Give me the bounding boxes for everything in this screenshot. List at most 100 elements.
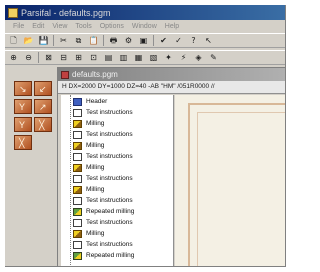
print-icon[interactable]: 🖶 bbox=[108, 35, 119, 46]
tree-item[interactable]: Milling bbox=[73, 229, 104, 238]
tree-item[interactable]: Test instructions bbox=[73, 108, 133, 117]
menu-help[interactable]: Help bbox=[165, 23, 179, 30]
tree-item[interactable]: Milling bbox=[73, 163, 104, 172]
tree-item-label: Test instructions bbox=[86, 175, 133, 182]
drawing-canvas[interactable] bbox=[175, 95, 285, 266]
milling-icon bbox=[73, 163, 82, 172]
tool-c-icon[interactable]: ⊡ bbox=[88, 52, 99, 63]
app-window: Parsifal - defaults.pgm File Edit View T… bbox=[5, 5, 286, 267]
wood-tool-icon[interactable]: ╳ bbox=[14, 135, 32, 150]
menu-tools[interactable]: Tools bbox=[75, 23, 91, 30]
toolbar-separator bbox=[103, 35, 104, 46]
menu-window[interactable]: Window bbox=[132, 23, 157, 30]
tree-item-label: Test instructions bbox=[86, 131, 133, 138]
tool-e-icon[interactable]: ▥ bbox=[118, 52, 129, 63]
tree-item-label: Test instructions bbox=[86, 219, 133, 226]
tree-item[interactable]: Test instructions bbox=[73, 196, 133, 205]
wood-tool-icon[interactable]: ↗ bbox=[34, 99, 52, 114]
menu-options[interactable]: Options bbox=[100, 23, 124, 30]
tree-item[interactable]: Test instructions bbox=[73, 130, 133, 139]
tool-f-icon[interactable]: ▦ bbox=[133, 52, 144, 63]
secondary-toolbar: ⊕ ⊖ ⊠ ⊟ ⊞ ⊡ ▤ ▥ ▦ ▧ ✦ ⚡ ◈ ✎ bbox=[5, 50, 285, 65]
check2-icon[interactable]: ✓ bbox=[173, 35, 184, 46]
panel-inner-outline bbox=[197, 112, 285, 266]
open-icon[interactable]: 📂 bbox=[23, 35, 34, 46]
tree-item[interactable]: Milling bbox=[73, 185, 104, 194]
toolbar-separator bbox=[53, 35, 54, 46]
tool-i-icon[interactable]: ⚡ bbox=[178, 52, 189, 63]
wood-tool-icon[interactable]: ↙ bbox=[34, 81, 52, 96]
document-window: defaults.pgm H DX=2000 DY=1000 DZ=40 -AB… bbox=[57, 67, 285, 266]
document-title: defaults.pgm bbox=[72, 70, 118, 79]
settings-icon[interactable]: ⚙ bbox=[123, 35, 134, 46]
tool-h-icon[interactable]: ✦ bbox=[163, 52, 174, 63]
tree-item-label: Repeated milling bbox=[86, 252, 135, 259]
tree-item-label: Milling bbox=[86, 120, 105, 127]
tool-j-icon[interactable]: ◈ bbox=[193, 52, 204, 63]
tool-b-icon[interactable]: ⊞ bbox=[73, 52, 84, 63]
document-icon bbox=[61, 70, 69, 79]
header-icon bbox=[73, 97, 82, 106]
wood-tool-icon[interactable]: Y bbox=[14, 117, 32, 132]
app-icon bbox=[8, 7, 18, 18]
menu-view[interactable]: View bbox=[52, 23, 67, 30]
milling-icon bbox=[73, 119, 82, 128]
tree-item-label: Test instructions bbox=[86, 197, 133, 204]
milling-icon bbox=[73, 229, 82, 238]
paste-icon[interactable]: 📋 bbox=[88, 35, 99, 46]
tool-d-icon[interactable]: ▤ bbox=[103, 52, 114, 63]
wood-tool-icon[interactable]: ↘ bbox=[14, 81, 32, 96]
tree-item[interactable]: Test instructions bbox=[73, 240, 133, 249]
menu-file[interactable]: File bbox=[13, 23, 24, 30]
tree-item[interactable]: Milling bbox=[73, 141, 104, 150]
tool-g-icon[interactable]: ▧ bbox=[148, 52, 159, 63]
text-icon bbox=[73, 108, 82, 117]
tree-item[interactable]: Repeated milling bbox=[73, 207, 134, 216]
zoom-fit-icon[interactable]: ⊠ bbox=[43, 52, 54, 63]
document-title-bar[interactable]: defaults.pgm bbox=[58, 68, 285, 81]
save-icon[interactable]: 💾 bbox=[38, 35, 49, 46]
tree-item[interactable]: Repeated milling bbox=[73, 251, 134, 260]
check-icon[interactable]: ✔ bbox=[158, 35, 169, 46]
tool-k-icon[interactable]: ✎ bbox=[208, 52, 219, 63]
milling-icon bbox=[73, 185, 82, 194]
left-tool-panel: ↘ ↙ Y ↗ Y ╳ ╳ bbox=[5, 66, 53, 266]
text-icon bbox=[73, 152, 82, 161]
tree-item[interactable]: Test instructions bbox=[73, 174, 133, 183]
tree-item-label: Milling bbox=[86, 230, 105, 237]
program-header-line: H DX=2000 DY=1000 DZ=40 -AB "HM" /051R00… bbox=[58, 81, 285, 94]
tree-item[interactable]: Header bbox=[73, 97, 107, 106]
tree-item-label: Header bbox=[86, 98, 108, 105]
menu-bar: File Edit View Tools Options Window Help bbox=[5, 20, 285, 32]
tree-connector-line bbox=[70, 95, 72, 266]
tree-item-label: Milling bbox=[86, 142, 105, 149]
repeated-milling-icon bbox=[73, 207, 82, 216]
text-icon bbox=[73, 130, 82, 139]
tree-item[interactable]: Milling bbox=[73, 119, 104, 128]
tree-item-label: Milling bbox=[86, 186, 105, 193]
text-icon bbox=[73, 240, 82, 249]
toolbar-separator bbox=[38, 52, 39, 63]
zoom-out-icon[interactable]: ⊖ bbox=[23, 52, 34, 63]
new-icon[interactable]: 🗋 bbox=[8, 35, 19, 46]
tree-item[interactable]: Test instructions bbox=[73, 218, 133, 227]
cut-icon[interactable]: ✂ bbox=[58, 35, 69, 46]
milling-icon bbox=[73, 141, 82, 150]
disk-icon[interactable]: ▣ bbox=[138, 35, 149, 46]
tool-a-icon[interactable]: ⊟ bbox=[58, 52, 69, 63]
zoom-in-icon[interactable]: ⊕ bbox=[8, 52, 19, 63]
wood-tool-icon[interactable]: ╳ bbox=[34, 117, 52, 132]
tree-item-label: Test instructions bbox=[86, 153, 133, 160]
wood-tool-icon[interactable]: Y bbox=[14, 99, 32, 114]
window-title: Parsifal - defaults.pgm bbox=[21, 7, 111, 18]
menu-edit[interactable]: Edit bbox=[32, 23, 44, 30]
tree-item[interactable]: Test instructions bbox=[73, 152, 133, 161]
tree-item-label: Repeated milling bbox=[86, 208, 135, 215]
copy-icon[interactable]: ⧉ bbox=[73, 35, 84, 46]
tree-item-label: Test instructions bbox=[86, 241, 133, 248]
repeated-milling-icon bbox=[73, 251, 82, 260]
title-bar[interactable]: Parsifal - defaults.pgm bbox=[5, 5, 285, 20]
text-icon bbox=[73, 174, 82, 183]
help-icon[interactable]: ? bbox=[188, 35, 199, 46]
help-pointer-icon[interactable]: ↖ bbox=[203, 35, 214, 46]
